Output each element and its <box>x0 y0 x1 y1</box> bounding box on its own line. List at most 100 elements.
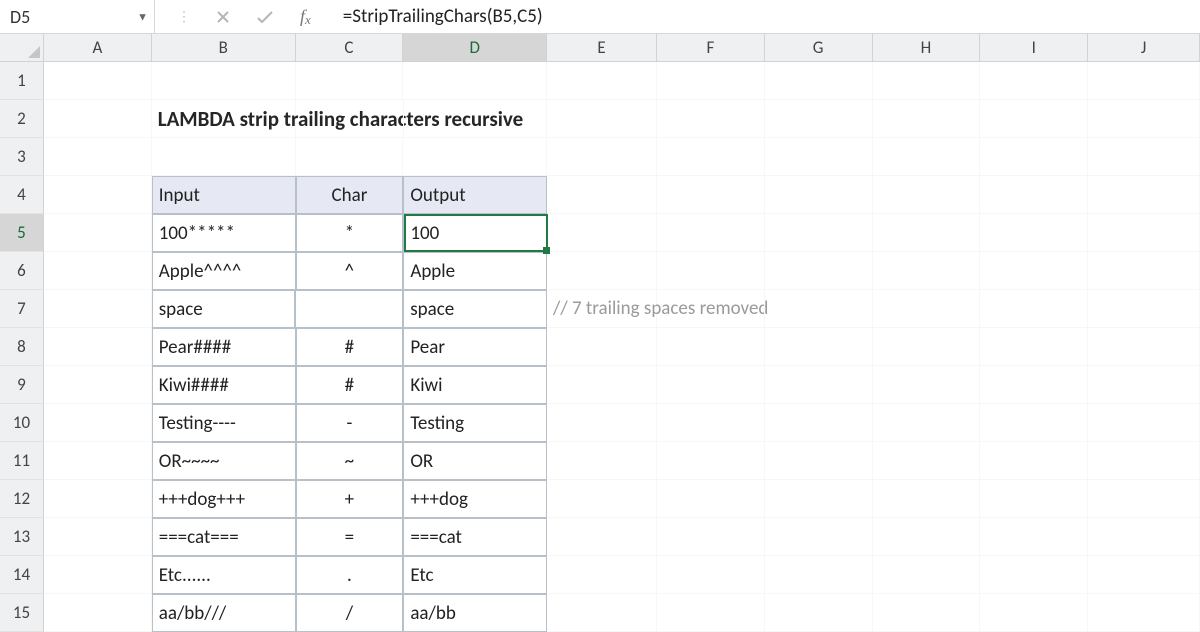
cell-E13[interactable] <box>547 518 657 556</box>
name-box[interactable]: D5 ▼ <box>0 0 155 33</box>
td-char[interactable]: - <box>296 404 404 442</box>
cell-J4[interactable] <box>1088 176 1200 214</box>
cell-J2[interactable] <box>1088 100 1200 138</box>
cell-I12[interactable] <box>980 480 1088 518</box>
td-char[interactable]: # <box>296 328 404 366</box>
cell-H13[interactable] <box>873 518 981 556</box>
row-header-12[interactable]: 12 <box>0 480 44 518</box>
td-output[interactable]: Etc <box>403 556 547 594</box>
cell-H7[interactable] <box>873 290 981 328</box>
cell-F9[interactable] <box>657 366 765 404</box>
th-input[interactable]: Input <box>152 176 296 214</box>
td-input[interactable]: Testing---- <box>152 404 296 442</box>
row-header-10[interactable]: 10 <box>0 404 44 442</box>
cell-A12[interactable] <box>44 480 152 518</box>
cell-E15[interactable] <box>547 594 657 632</box>
cell-J7[interactable] <box>1088 290 1200 328</box>
cell-H11[interactable] <box>873 442 981 480</box>
td-input[interactable]: ===cat=== <box>152 518 296 556</box>
col-header-G[interactable]: G <box>765 34 873 61</box>
cell-H14[interactable] <box>873 556 981 594</box>
td-input[interactable]: 100***** <box>152 214 296 252</box>
cell-H6[interactable] <box>873 252 981 290</box>
td-output[interactable]: aa/bb <box>403 594 547 632</box>
select-all-corner[interactable] <box>0 34 44 62</box>
cell-A5[interactable] <box>44 214 152 252</box>
cell-A4[interactable] <box>44 176 152 214</box>
row-header-1[interactable]: 1 <box>0 62 44 100</box>
cell-I13[interactable] <box>980 518 1088 556</box>
col-header-H[interactable]: H <box>873 34 981 61</box>
row-header-5[interactable]: 5 <box>0 214 44 252</box>
th-char[interactable]: Char <box>296 176 404 214</box>
cell-J5[interactable] <box>1088 214 1200 252</box>
cell-G3[interactable] <box>765 138 873 176</box>
cell-A3[interactable] <box>44 138 152 176</box>
td-output[interactable]: ===cat <box>403 518 547 556</box>
cell-F8[interactable] <box>657 328 765 366</box>
td-char[interactable]: + <box>296 480 404 518</box>
cell-F7[interactable] <box>657 290 765 328</box>
cell-A9[interactable] <box>44 366 152 404</box>
td-input[interactable]: OR~~~~ <box>152 442 296 480</box>
cell-E2[interactable] <box>547 100 657 138</box>
td-char[interactable] <box>295 290 403 328</box>
col-header-I[interactable]: I <box>980 34 1088 61</box>
cell-I8[interactable] <box>980 328 1088 366</box>
cell-I7[interactable] <box>980 290 1088 328</box>
cell-E5[interactable] <box>547 214 657 252</box>
col-header-D[interactable]: D <box>403 34 547 61</box>
cell-I3[interactable] <box>980 138 1088 176</box>
td-input[interactable]: Apple^^^^ <box>152 252 296 290</box>
cell-F10[interactable] <box>657 404 765 442</box>
row-header-7[interactable]: 7 <box>0 290 44 328</box>
cell-A8[interactable] <box>44 328 152 366</box>
cell-I10[interactable] <box>980 404 1088 442</box>
enter-icon[interactable] <box>256 10 274 24</box>
cell-F15[interactable] <box>657 594 765 632</box>
formula-input[interactable]: =StripTrailingChars(B5,C5) <box>333 5 1200 28</box>
col-header-A[interactable]: A <box>44 34 152 61</box>
cell-G8[interactable] <box>765 328 873 366</box>
cell-J15[interactable] <box>1088 594 1200 632</box>
td-char[interactable]: = <box>296 518 404 556</box>
dropdown-icon[interactable]: ▼ <box>137 10 148 23</box>
comment-text[interactable]: // 7 trailing spaces removed <box>547 290 657 328</box>
cell-A15[interactable] <box>44 594 152 632</box>
cell-G15[interactable] <box>765 594 873 632</box>
td-output[interactable]: 100 <box>403 214 547 252</box>
col-header-E[interactable]: E <box>547 34 657 61</box>
cell-I14[interactable] <box>980 556 1088 594</box>
cell-D2[interactable] <box>404 100 548 138</box>
cell-I6[interactable] <box>980 252 1088 290</box>
cell-E3[interactable] <box>547 138 657 176</box>
col-header-J[interactable]: J <box>1088 34 1200 61</box>
cell-G10[interactable] <box>765 404 873 442</box>
cell-I1[interactable] <box>980 62 1088 100</box>
cell-G4[interactable] <box>765 176 873 214</box>
row-header-9[interactable]: 9 <box>0 366 44 404</box>
cell-F4[interactable] <box>657 176 765 214</box>
fx-icon[interactable]: fx <box>300 6 311 28</box>
td-char[interactable]: / <box>296 594 404 632</box>
cell-G1[interactable] <box>765 62 873 100</box>
cell-A13[interactable] <box>44 518 152 556</box>
cell-F14[interactable] <box>657 556 765 594</box>
cell-F1[interactable] <box>657 62 765 100</box>
cell-G13[interactable] <box>765 518 873 556</box>
cell-D1[interactable] <box>403 62 547 100</box>
cell-G6[interactable] <box>765 252 873 290</box>
th-output[interactable]: Output <box>403 176 547 214</box>
cancel-icon[interactable] <box>216 10 230 24</box>
cell-H2[interactable] <box>873 100 981 138</box>
cell-H3[interactable] <box>873 138 981 176</box>
td-input[interactable]: Etc...... <box>152 556 296 594</box>
cell-E10[interactable] <box>547 404 657 442</box>
td-char[interactable]: # <box>296 366 404 404</box>
cell-J1[interactable] <box>1088 62 1200 100</box>
cell-I15[interactable] <box>980 594 1088 632</box>
cell-F12[interactable] <box>657 480 765 518</box>
col-header-B[interactable]: B <box>152 34 296 61</box>
cell-A6[interactable] <box>44 252 152 290</box>
td-output[interactable]: Testing <box>403 404 547 442</box>
